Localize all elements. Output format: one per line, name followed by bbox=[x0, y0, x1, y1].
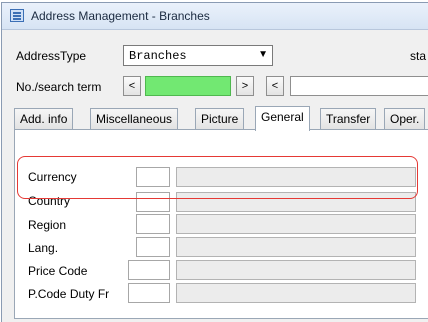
address-book-icon bbox=[10, 9, 24, 22]
tab-general[interactable]: General bbox=[255, 106, 310, 131]
pcode-duty-description bbox=[176, 283, 416, 303]
address-type-value: Branches bbox=[129, 49, 187, 63]
search-input[interactable] bbox=[290, 76, 428, 96]
lang-code-input[interactable] bbox=[136, 237, 170, 257]
currency-highlight-outline bbox=[17, 156, 418, 199]
prev-button[interactable]: < bbox=[123, 76, 141, 96]
prev-record-button[interactable]: < bbox=[266, 76, 284, 96]
region-label: Region bbox=[28, 218, 67, 232]
lang-description bbox=[176, 237, 416, 257]
search-term-input[interactable] bbox=[145, 76, 231, 96]
pcode-duty-input[interactable] bbox=[128, 283, 170, 303]
tab-transfer[interactable]: Transfer bbox=[320, 108, 377, 130]
pcode-duty-label: P.Code Duty Fr bbox=[28, 287, 110, 301]
tab-picture[interactable]: Picture bbox=[195, 108, 245, 130]
price-code-input[interactable] bbox=[128, 260, 170, 280]
address-type-dropdown[interactable]: Branches ▼ bbox=[123, 45, 273, 66]
window-title: Address Management - Branches bbox=[31, 9, 210, 23]
next-button[interactable]: > bbox=[236, 76, 254, 96]
search-label: No./search term bbox=[16, 80, 102, 94]
price-code-label: Price Code bbox=[28, 264, 88, 278]
region-code-input[interactable] bbox=[136, 214, 170, 234]
chevron-down-icon[interactable]: ▼ bbox=[258, 49, 268, 60]
tab-oper[interactable]: Oper. bbox=[384, 108, 426, 130]
tab-add-info[interactable]: Add. info bbox=[14, 108, 74, 130]
tab-miscellaneous[interactable]: Miscellaneous bbox=[90, 108, 179, 130]
price-code-description bbox=[176, 260, 416, 280]
region-description bbox=[176, 214, 416, 234]
title-bar: Address Management - Branches bbox=[2, 3, 428, 30]
lang-label: Lang. bbox=[28, 241, 59, 255]
address-type-label: AddressType bbox=[16, 49, 87, 63]
status-label: sta bbox=[410, 49, 427, 63]
